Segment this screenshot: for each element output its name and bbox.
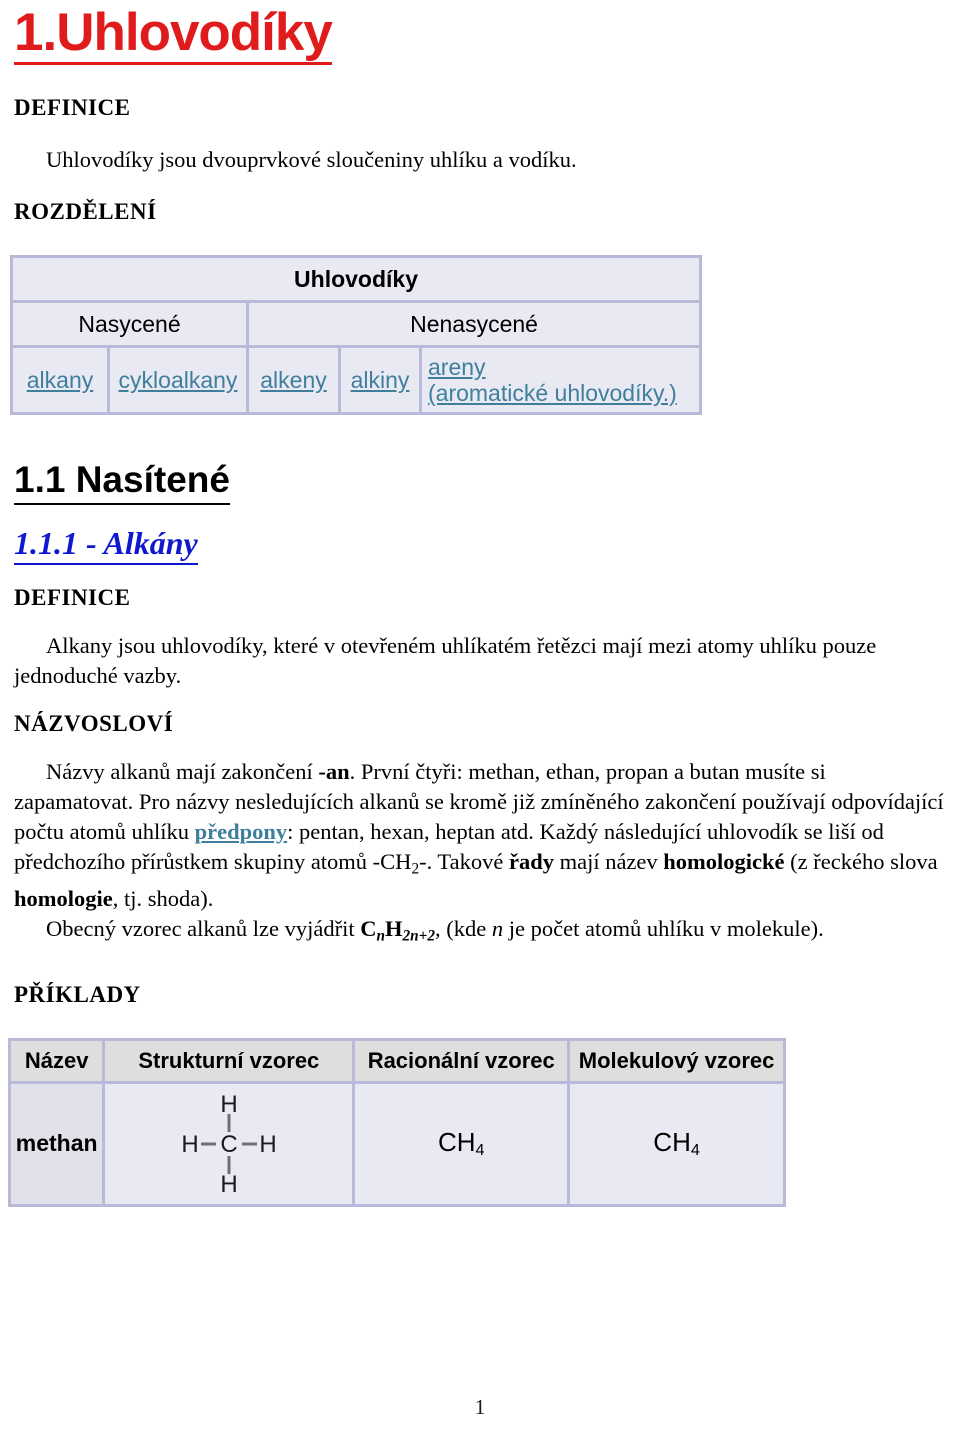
section-label-nazvoslovi: NÁZVOSLOVÍ bbox=[14, 711, 174, 736]
section-label-rozdeleni: ROZDĚLENÍ bbox=[14, 199, 157, 224]
page-title: 1.Uhlovodíky bbox=[0, 0, 960, 65]
classification-table: Uhlovodíky Nasycené Nenasycené alkany cy… bbox=[10, 255, 703, 415]
nazvoslovi-bold-rady: řady bbox=[508, 849, 554, 874]
cell-rational-formula: CH4 bbox=[355, 1083, 568, 1204]
nazvoslovi-text-g: , tj. shoda). bbox=[112, 886, 214, 912]
link-areny-line2[interactable]: (aromatické uhlovodíky.) bbox=[428, 380, 695, 406]
table-row-leaves: alkany cykloalkany alkeny alkiny areny (… bbox=[13, 348, 700, 412]
section-label-definice-2: DEFINICE bbox=[14, 585, 131, 610]
nazvoslovi-bold-homologicke: homologické bbox=[663, 849, 785, 874]
page-title-text: 1.Uhlovodíky bbox=[14, 6, 333, 65]
heading-nasitene-text: 1.1 Nasítené bbox=[14, 459, 230, 505]
nazvoslovi-text-a: Názvy alkanů mají zakončení bbox=[46, 759, 319, 784]
obecny-vzorec-text-c: je počet atomů uhlíku v molekule). bbox=[503, 916, 824, 942]
col-header-racionalni-vzorec: Racionální vzorec bbox=[355, 1040, 568, 1081]
formula-general: CnH2n+2 bbox=[360, 916, 435, 944]
cell-leaf-alkiny[interactable]: alkiny bbox=[341, 348, 419, 412]
nazvoslovi-text-f: (z řeckého slova bbox=[784, 849, 938, 874]
formula-sub-n: n bbox=[376, 927, 385, 945]
link-alkany[interactable]: alkany bbox=[27, 367, 93, 393]
methane-svg: H C H H H bbox=[181, 1091, 276, 1198]
col-header-nazev: Název bbox=[11, 1040, 103, 1081]
examples-table: Název Strukturní vzorec Racionální vzore… bbox=[8, 1037, 786, 1207]
methane-structure-diagram: H C H H H bbox=[106, 1088, 351, 1200]
atom-h-top: H bbox=[220, 1091, 237, 1118]
molecular-formula-sub: 4 bbox=[690, 1141, 700, 1160]
table-row-root: Uhlovodíky bbox=[13, 258, 700, 300]
link-areny-line1[interactable]: areny bbox=[428, 354, 695, 380]
examples-table-header-row: Název Strukturní vzorec Racionální vzore… bbox=[11, 1040, 783, 1081]
formula-sub-2n2: 2n+2 bbox=[402, 927, 436, 945]
cell-group-nenasycene: Nenasycené bbox=[249, 303, 700, 345]
link-alkeny[interactable]: alkeny bbox=[260, 367, 326, 393]
cell-root-uhlovodiky: Uhlovodíky bbox=[13, 258, 700, 300]
heading-alkany-text: 1.1.1 - Alkány bbox=[14, 525, 198, 565]
document-page: 1.Uhlovodíky DEFINICE Uhlovodíky jsou dv… bbox=[0, 0, 960, 1430]
section-label-priklady: PŘÍKLADY bbox=[14, 981, 141, 1007]
link-cykloalkany[interactable]: cykloalkany bbox=[119, 367, 238, 393]
col-header-strukturni-vzorec: Strukturní vzorec bbox=[105, 1040, 353, 1081]
cell-leaf-areny[interactable]: areny (aromatické uhlovodíky.) bbox=[422, 348, 700, 412]
obecny-vzorec-text-a: Obecný vzorec alkanů lze vyjádřit bbox=[46, 916, 361, 942]
obecny-vzorec-italic-n: n bbox=[491, 916, 504, 942]
cell-molecular-formula: CH4 bbox=[570, 1083, 783, 1204]
formula-h: H bbox=[385, 916, 403, 942]
atom-h-right: H bbox=[259, 1131, 276, 1158]
table-row-groups: Nasycené Nenasycené bbox=[13, 303, 700, 345]
cell-group-nasycene: Nasycené bbox=[13, 303, 246, 345]
rational-formula-sub: 4 bbox=[475, 1141, 485, 1160]
obecny-vzorec-text-b: , (kde bbox=[435, 916, 492, 942]
rational-formula-main: CH bbox=[437, 1127, 476, 1158]
molecular-formula: CH4 bbox=[653, 1127, 700, 1160]
cell-leaf-alkeny[interactable]: alkeny bbox=[249, 348, 338, 412]
section-label-definice: DEFINICE bbox=[14, 95, 131, 120]
molecular-formula-main: CH bbox=[653, 1127, 691, 1158]
link-alkiny[interactable]: alkiny bbox=[351, 367, 410, 393]
cell-compound-name: methan bbox=[11, 1083, 103, 1204]
atom-h-bottom: H bbox=[220, 1171, 237, 1198]
page-number: 1 bbox=[474, 1395, 486, 1419]
cell-leaf-alkany[interactable]: alkany bbox=[13, 348, 107, 412]
rational-formula: CH4 bbox=[437, 1127, 485, 1160]
nazvoslovi-bold-an: -an bbox=[318, 759, 350, 784]
atom-h-left: H bbox=[181, 1131, 198, 1158]
link-predpony[interactable]: předpony bbox=[195, 819, 288, 844]
cell-leaf-cykloalkany[interactable]: cykloalkany bbox=[110, 348, 246, 412]
atom-c-center: C bbox=[220, 1131, 237, 1158]
table-row: methan H C H H H CH4 CH4 bbox=[11, 1083, 783, 1204]
heading-alkany: 1.1.1 - Alkány bbox=[0, 525, 960, 565]
definice-paragraph: Uhlovodíky jsou dvouprvkové sloučeniny u… bbox=[46, 147, 577, 172]
nazvoslovi-text-d: -. Takové bbox=[419, 849, 509, 874]
nazvoslovi-paragraph-2: Obecný vzorec alkanů lze vyjádřit CnH2n+… bbox=[0, 914, 960, 951]
cell-structural-formula: H C H H H bbox=[105, 1083, 353, 1204]
formula-c: C bbox=[360, 916, 377, 942]
heading-nasitene: 1.1 Nasítené bbox=[0, 459, 960, 505]
nazvoslovi-bold-homologie: homologie bbox=[14, 886, 113, 912]
definice-paragraph-2: Alkany jsou uhlovodíky, které v otevřené… bbox=[14, 633, 877, 688]
nazvoslovi-sub-2: 2 bbox=[411, 860, 420, 878]
col-header-molekulovy-vzorec: Molekulový vzorec bbox=[570, 1040, 783, 1081]
nazvoslovi-paragraph-1: Názvy alkanů mají zakončení -an. První č… bbox=[0, 757, 960, 914]
nazvoslovi-text-e: mají název bbox=[553, 849, 664, 874]
